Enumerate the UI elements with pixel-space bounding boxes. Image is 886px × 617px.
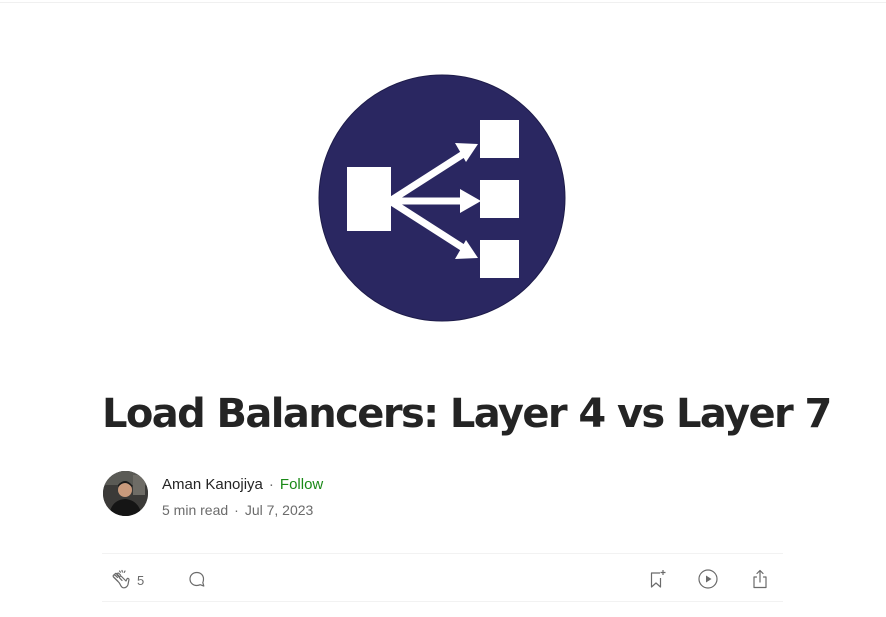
play-icon	[698, 569, 718, 589]
share-icon	[753, 569, 767, 589]
separator-dot: ·	[268, 476, 274, 493]
share-button[interactable]	[748, 567, 772, 591]
clap-icon	[112, 569, 130, 589]
hero-image	[318, 74, 566, 322]
article-meta: 5 min read · Jul 7, 2023	[162, 501, 313, 519]
author-avatar[interactable]	[103, 471, 148, 516]
article-title: Load Balancers: Layer 4 vs Layer 7	[102, 391, 832, 437]
read-time: 5 min read	[162, 502, 229, 518]
comment-button[interactable]	[185, 567, 209, 591]
author-line: Aman Kanojiya · Follow	[162, 476, 323, 494]
avatar-photo	[103, 471, 148, 516]
load-balancer-icon	[318, 74, 566, 322]
clap-button[interactable]	[110, 567, 134, 591]
publish-date: Jul 7, 2023	[244, 502, 314, 518]
author-name[interactable]: Aman Kanojiya	[162, 476, 263, 493]
article-action-bar: 5	[102, 553, 783, 602]
comment-icon	[189, 571, 205, 587]
follow-button[interactable]: Follow	[280, 476, 323, 493]
clap-count: 5	[137, 573, 145, 588]
top-divider	[0, 2, 886, 3]
separator-dot: ·	[234, 502, 239, 518]
listen-button[interactable]	[696, 567, 720, 591]
bookmark-add-icon	[650, 570, 666, 588]
bookmark-button[interactable]	[645, 567, 669, 591]
